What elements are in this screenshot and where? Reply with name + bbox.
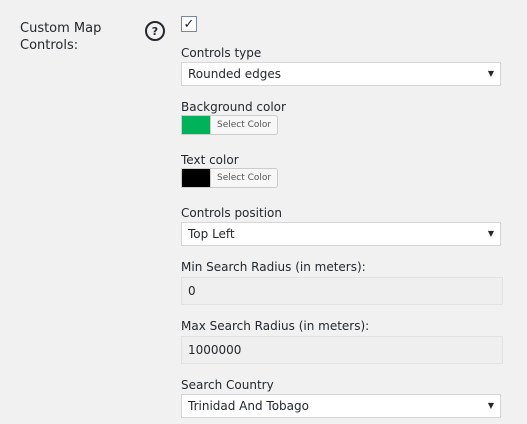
controls-type-label: Controls type [181,46,262,60]
background-color-label: Background color [181,100,286,114]
search-country-label: Search Country [181,378,274,392]
help-icon[interactable]: ? [145,21,165,41]
background-select-color-button[interactable]: Select Color [210,115,279,135]
min-search-radius-label: Min Search Radius (in meters): [181,260,366,274]
search-country-select[interactable]: Trinidad And Tobago ▼ [181,394,501,418]
text-color-picker[interactable]: Select Color [181,168,279,188]
checkmark-icon: ✓ [183,16,195,32]
text-select-color-button[interactable]: Select Color [210,168,279,188]
controls-position-select[interactable]: Top Left ▼ [181,222,501,246]
background-color-picker[interactable]: Select Color [181,115,279,135]
max-search-radius-input[interactable]: 1000000 [181,336,503,364]
controls-position-value: Top Left [188,227,235,241]
text-color-label: Text color [181,153,239,167]
text-color-swatch[interactable] [181,168,210,188]
search-country-value: Trinidad And Tobago [188,399,309,413]
min-search-radius-input[interactable]: 0 [181,277,503,305]
custom-map-controls-checkbox[interactable]: ✓ [181,16,197,32]
dropdown-arrow-icon: ▼ [487,401,494,410]
max-search-radius-label: Max Search Radius (in meters): [181,319,370,333]
dropdown-arrow-icon: ▼ [487,229,494,238]
controls-type-value: Rounded edges [188,67,282,81]
background-color-swatch[interactable] [181,115,210,135]
dropdown-arrow-icon: ▼ [487,69,494,78]
custom-map-controls-label: Custom Map Controls: [20,21,102,53]
controls-position-label: Controls position [181,206,282,220]
controls-type-select[interactable]: Rounded edges ▼ [181,62,501,86]
